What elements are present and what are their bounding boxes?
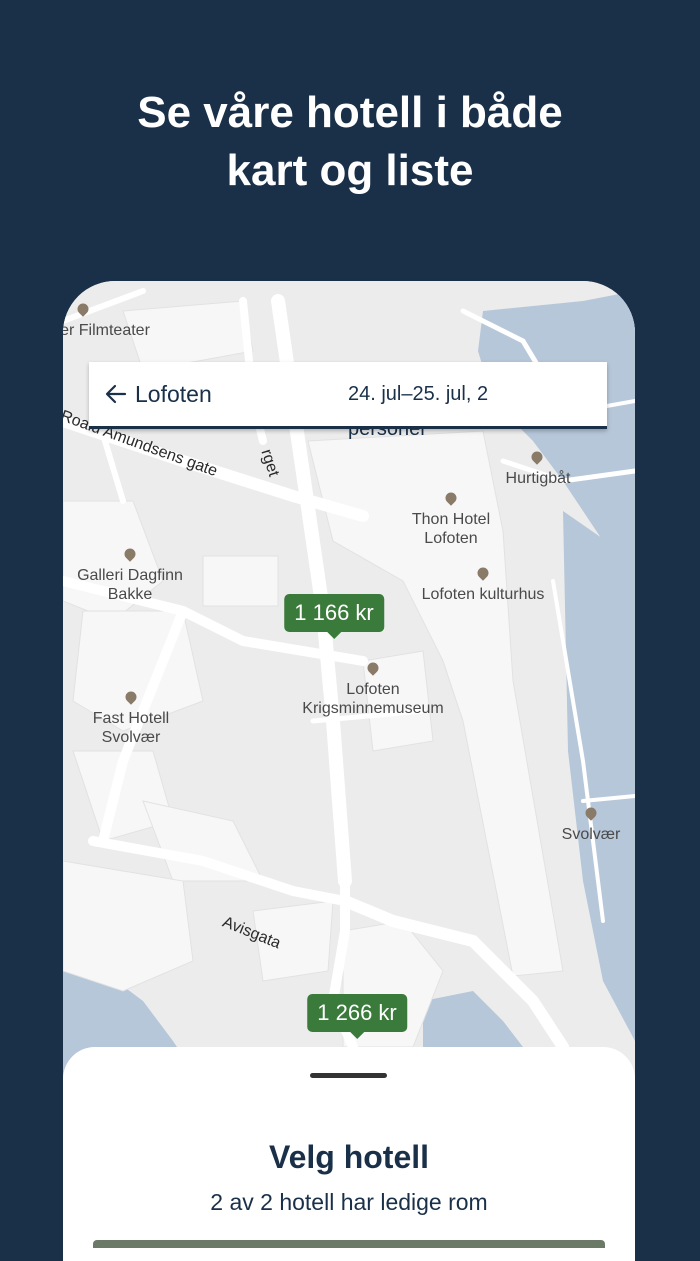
sheet-title: Velg hotell — [268, 1139, 430, 1175]
place-fast-hotell-line1: Fast Hotell — [92, 710, 170, 727]
place-krigsminnemuseum-line1: Lofoten — [346, 681, 400, 698]
place-fast-hotell-line2: Svolvær — [101, 729, 161, 746]
bottom-sheet[interactable]: Velg hotell 2 av 2 hotell har ledige rom — [63, 1047, 635, 1261]
place-krigsminnemuseum: Lofoten Krigsminnemuseum — [302, 680, 443, 718]
place-kulturhus: Lofoten kulturhus — [421, 586, 545, 603]
drag-handle[interactable] — [310, 1073, 387, 1078]
place-filmteater: er Filmteater — [63, 322, 150, 339]
place-thon-hotel: Thon Hotel Lofoten — [412, 510, 490, 548]
place-thon-hotel-line1: Thon Hotel — [411, 511, 491, 528]
place-thon-hotel-line2: Lofoten — [424, 530, 478, 547]
back-arrow-icon[interactable] — [105, 380, 127, 408]
place-fast-hotell: Fast Hotell Svolvær — [93, 709, 169, 747]
phone-frame: er Filmteater Hurtigbåt Thon Hotel Lofot… — [63, 281, 635, 1261]
hotel-card-peek[interactable] — [93, 1240, 605, 1248]
headline: Se våre hotell i både kart og liste — [0, 84, 700, 200]
search-dates[interactable]: 24. jul–25. jul, 2 — [348, 362, 488, 426]
place-galleri-line1: Galleri Dagfinn — [77, 567, 183, 584]
place-hurtigbat: Hurtigbåt — [505, 470, 571, 487]
price-marker-1[interactable]: 1 166 kr — [284, 594, 384, 639]
place-galleri-line2: Bakke — [107, 586, 153, 603]
search-bar[interactable]: Lofoten 24. jul–25. jul, 2 — [89, 362, 607, 429]
place-galleri: Galleri Dagfinn Bakke — [77, 566, 183, 604]
place-krigsminnemuseum-line2: Krigsminnemuseum — [302, 700, 444, 717]
search-location[interactable]: Lofoten — [135, 362, 212, 426]
place-svolvaer: Svolvær — [561, 826, 621, 843]
price-marker-2[interactable]: 1 266 kr — [307, 994, 407, 1039]
headline-line-2: kart og liste — [226, 146, 474, 195]
sheet-subtitle: 2 av 2 hotell har ledige rom — [210, 1189, 488, 1215]
headline-line-1: Se våre hotell i både — [137, 88, 563, 137]
